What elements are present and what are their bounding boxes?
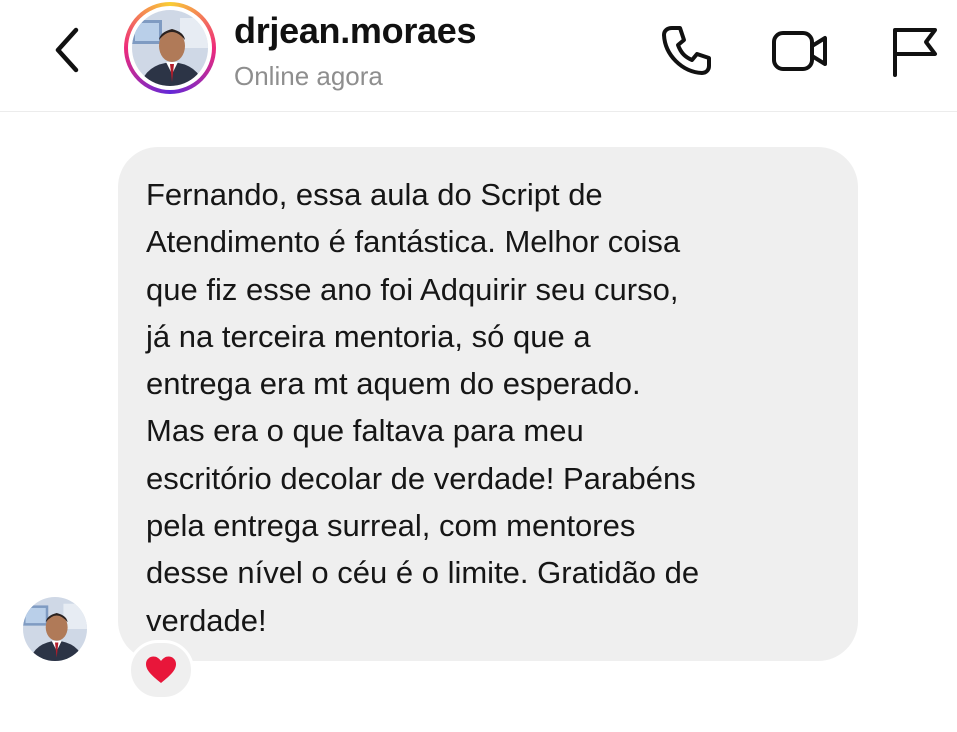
heart-icon [146,656,176,683]
online-status: Online agora [234,61,383,91]
chat-header: drjean.moraes Online agora [0,0,957,112]
profile-avatar-story-ring[interactable] [124,2,216,94]
phone-icon [662,26,711,75]
flag-icon [893,28,937,77]
message-bubble[interactable]: Fernando, essa aula do Script de Atendim… [118,147,858,661]
video-call-icon [772,31,827,71]
video-call-button[interactable] [770,20,830,80]
sender-avatar[interactable] [23,597,87,661]
message-text: Fernando, essa aula do Script de Atendim… [146,177,700,638]
voice-call-button[interactable] [656,20,716,80]
back-icon [55,27,79,73]
profile-avatar [132,10,208,86]
message-reaction[interactable] [128,640,194,700]
back-button[interactable] [48,24,88,76]
report-button[interactable] [886,20,946,80]
chat-username[interactable]: drjean.moraes [234,10,477,52]
